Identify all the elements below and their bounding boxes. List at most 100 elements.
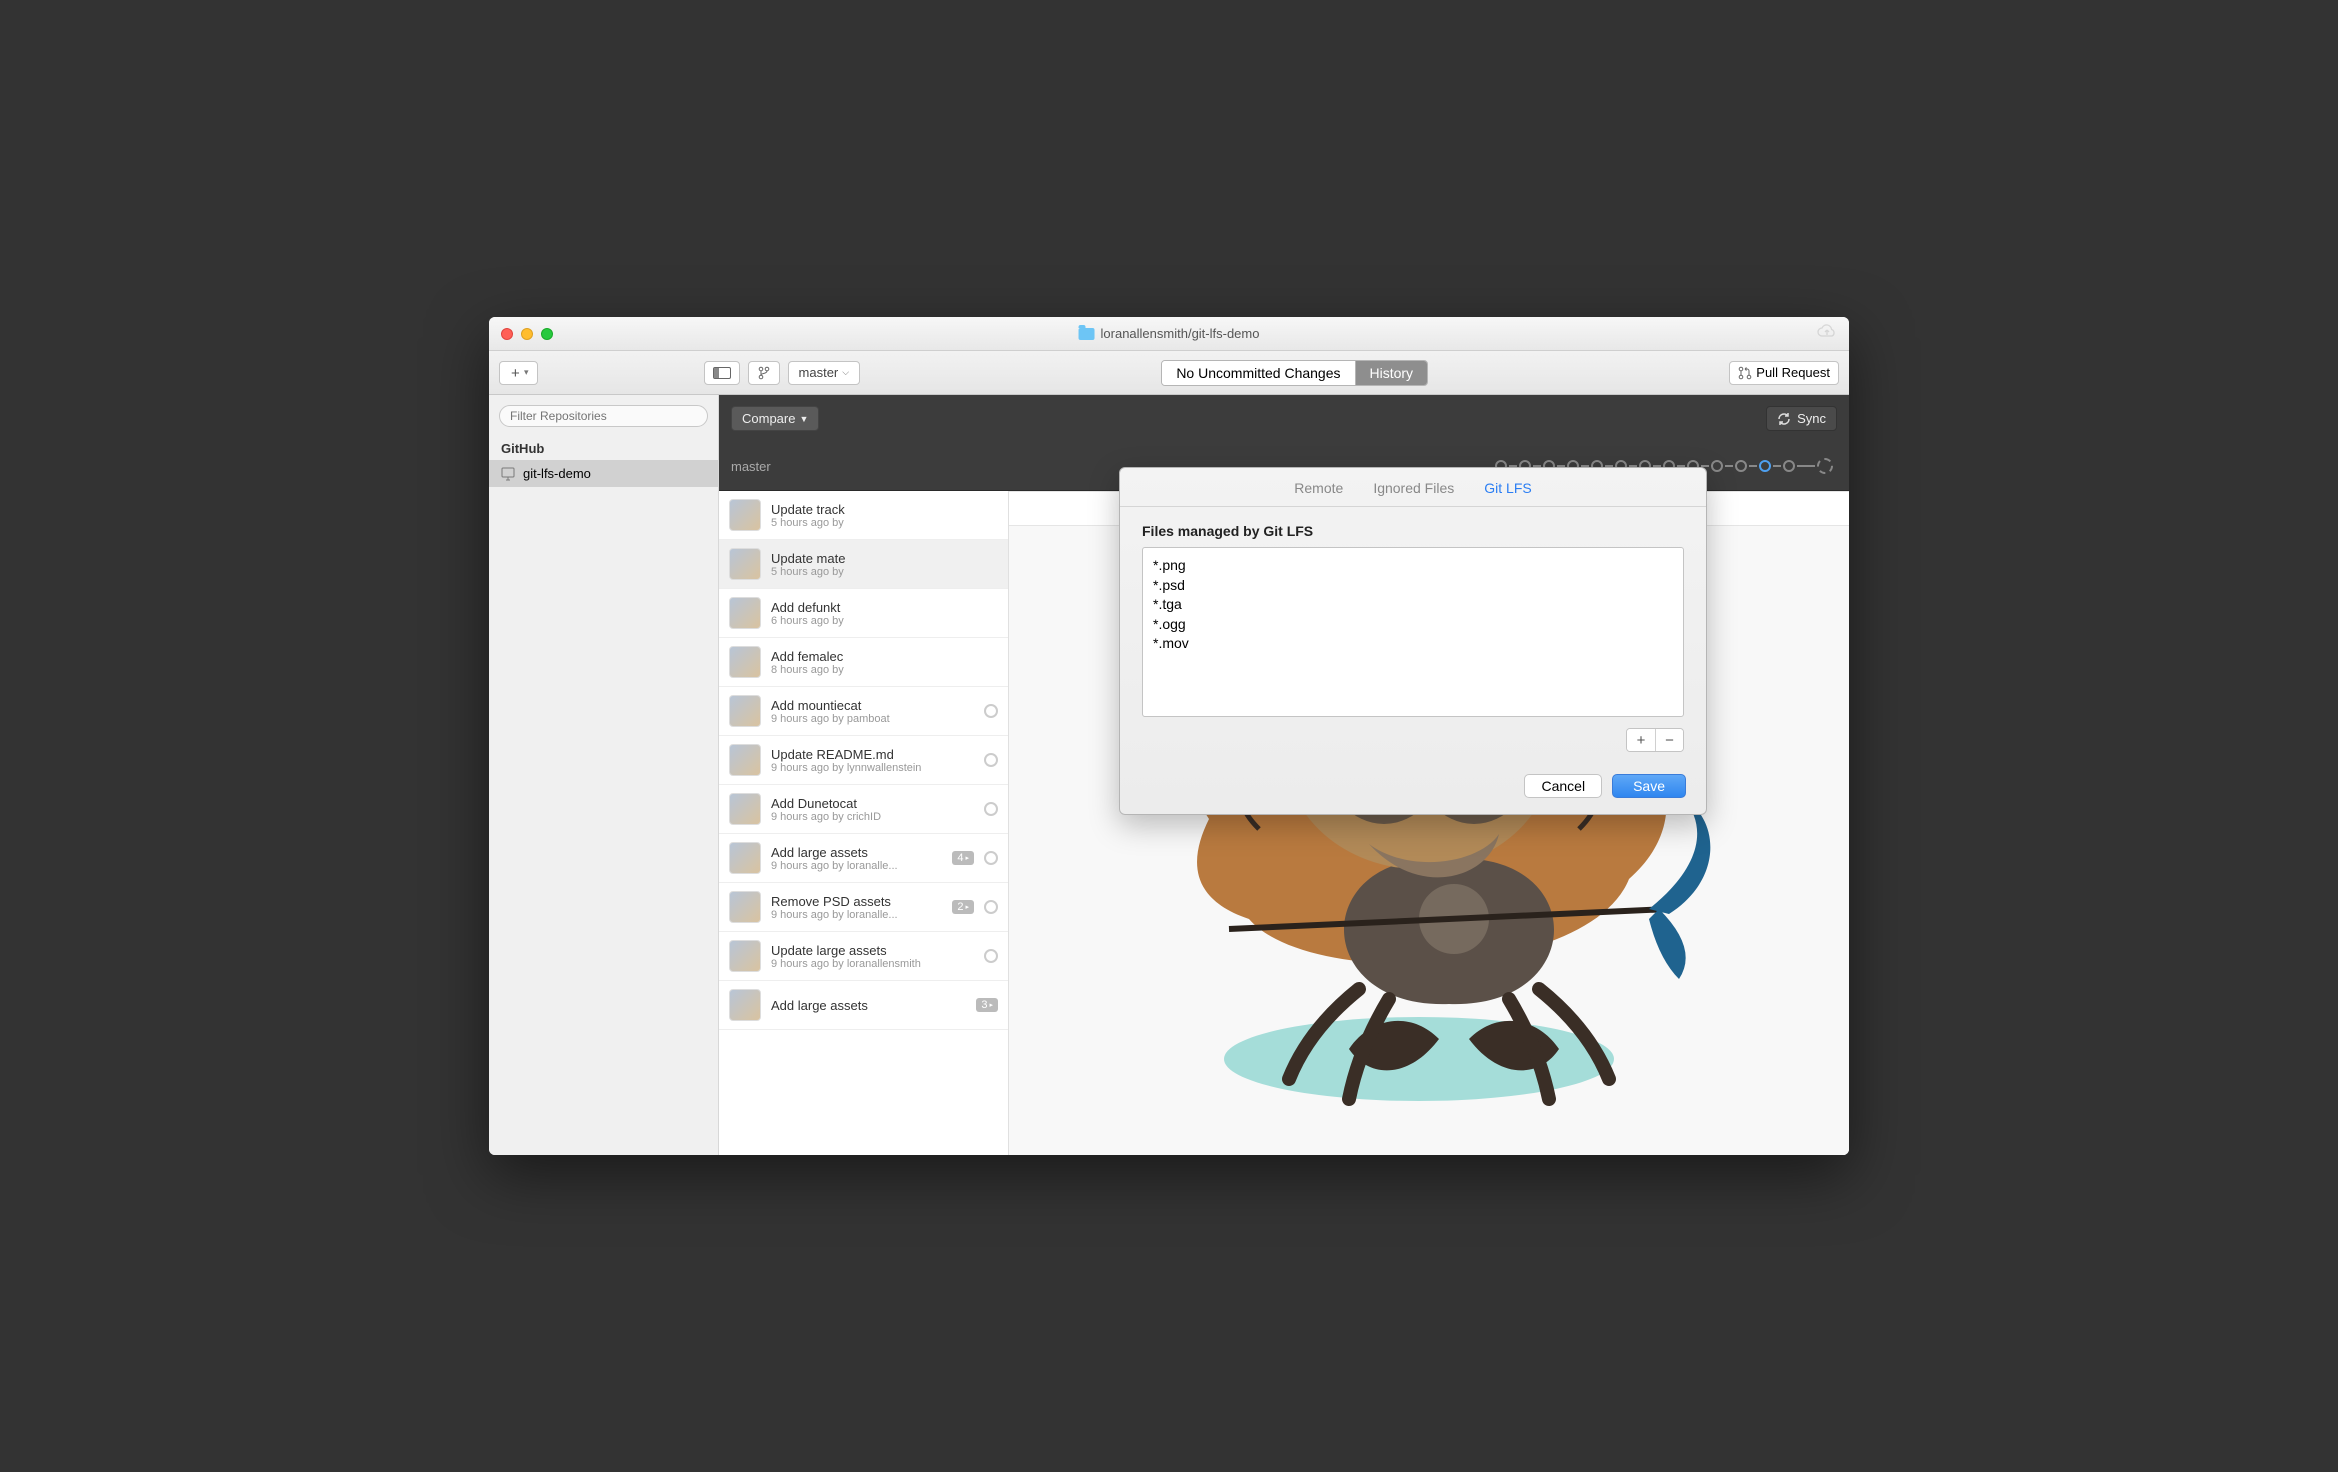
commit-count-badge: 4▸ [952, 851, 974, 865]
commit-title: Update README.md [771, 747, 974, 762]
avatar [729, 842, 761, 874]
commit-title: Add large assets [771, 998, 966, 1013]
commit-title: Add mountiecat [771, 698, 974, 713]
sidebar-toggle-button[interactable] [704, 361, 740, 385]
repo-item[interactable]: git-lfs-demo [489, 460, 718, 487]
commit-meta: 9 hours ago by lynnwallenstein [771, 762, 974, 774]
uncommitted-tab[interactable]: No Uncommitted Changes [1162, 361, 1354, 385]
branch-button[interactable] [748, 361, 780, 385]
sidebar: GitHub git-lfs-demo [489, 395, 719, 1155]
branch-selector[interactable]: master ⌵ [788, 361, 861, 385]
lfs-patterns-textarea[interactable] [1142, 547, 1684, 717]
commit-meta: 6 hours ago by [771, 615, 998, 627]
history-tab[interactable]: History [1355, 361, 1428, 385]
commit-title: Add Dunetocat [771, 796, 974, 811]
commit-item[interactable]: Update mate5 hours ago by [719, 540, 1008, 589]
commit-node-icon [984, 900, 998, 914]
commit-meta: 9 hours ago by loranalle... [771, 860, 942, 872]
filter-repositories-input[interactable] [499, 405, 708, 427]
commit-node-icon [984, 753, 998, 767]
lfs-section-label: Files managed by Git LFS [1142, 523, 1684, 539]
pull-request-label: Pull Request [1756, 365, 1830, 380]
settings-popover: Remote Ignored Files Git LFS Files manag… [1119, 467, 1707, 815]
popover-tabs: Remote Ignored Files Git LFS [1120, 468, 1706, 507]
chevron-down-icon: ▾ [524, 367, 529, 378]
avatar [729, 940, 761, 972]
commit-item[interactable]: Update large assets9 hours ago by lorana… [719, 932, 1008, 981]
commit-node-icon [984, 704, 998, 718]
avatar [729, 695, 761, 727]
title-text: loranallensmith/git-lfs-demo [1101, 326, 1260, 341]
commit-title: Update large assets [771, 943, 974, 958]
commit-item[interactable]: Add mountiecat9 hours ago by pamboat [719, 687, 1008, 736]
sync-icon [1777, 412, 1791, 426]
commit-meta: 9 hours ago by loranallensmith [771, 958, 974, 970]
repo-name: git-lfs-demo [523, 466, 591, 481]
commit-node-icon [984, 851, 998, 865]
app-window: loranallensmith/git-lfs-demo + ▾ master … [489, 317, 1849, 1155]
svg-text:+: + [511, 366, 520, 380]
branch-label: master [731, 459, 771, 474]
sidebar-group-header: GitHub [489, 437, 718, 460]
commit-item[interactable]: Update track5 hours ago by [719, 491, 1008, 540]
window-title: loranallensmith/git-lfs-demo [1079, 326, 1260, 341]
main-area: Compare▼ Sync master [719, 395, 1849, 1155]
cancel-button[interactable]: Cancel [1524, 774, 1602, 798]
add-button[interactable]: + ▾ [499, 361, 538, 385]
minimize-window-button[interactable] [521, 328, 533, 340]
commit-title: Update mate [771, 551, 998, 566]
view-segmented-control: No Uncommitted Changes History [1161, 360, 1428, 386]
avatar [729, 989, 761, 1021]
toolbar: + ▾ master ⌵ No Uncommitted Changes Hist… [489, 351, 1849, 395]
chevron-down-icon: ⌵ [842, 367, 849, 378]
commit-meta: 5 hours ago by [771, 566, 998, 578]
tab-remote[interactable]: Remote [1294, 480, 1343, 496]
avatar [729, 597, 761, 629]
avatar [729, 499, 761, 531]
avatar [729, 891, 761, 923]
avatar [729, 793, 761, 825]
commit-item[interactable]: Add large assets 3▸ [719, 981, 1008, 1030]
tab-ignored-files[interactable]: Ignored Files [1373, 480, 1454, 496]
sync-button[interactable]: Sync [1766, 406, 1837, 431]
add-pattern-button[interactable]: + [1627, 729, 1655, 751]
commit-item[interactable]: Add femalec8 hours ago by [719, 638, 1008, 687]
commit-item[interactable]: Add Dunetocat9 hours ago by crichID [719, 785, 1008, 834]
commit-meta: 9 hours ago by crichID [771, 811, 974, 823]
commit-title: Add defunkt [771, 600, 998, 615]
commit-item[interactable]: Remove PSD assets9 hours ago by loranall… [719, 883, 1008, 932]
commit-meta: 5 hours ago by [771, 517, 998, 529]
commit-title: Add large assets [771, 845, 942, 860]
folder-icon [1079, 328, 1095, 340]
commit-title: Update track [771, 502, 998, 517]
avatar [729, 548, 761, 580]
commit-meta: 9 hours ago by pamboat [771, 713, 974, 725]
titlebar: loranallensmith/git-lfs-demo [489, 317, 1849, 351]
avatar [729, 744, 761, 776]
commit-item[interactable]: Add defunkt6 hours ago by [719, 589, 1008, 638]
avatar [729, 646, 761, 678]
branch-name: master [799, 365, 839, 380]
close-window-button[interactable] [501, 328, 513, 340]
pull-request-button[interactable]: Pull Request [1729, 361, 1839, 385]
commit-meta: 8 hours ago by [771, 664, 998, 676]
maximize-window-button[interactable] [541, 328, 553, 340]
commits-list[interactable]: Update track5 hours ago byUpdate mate5 h… [719, 491, 1009, 1155]
commit-item[interactable]: Add large assets9 hours ago by loranalle… [719, 834, 1008, 883]
commit-meta: 9 hours ago by loranalle... [771, 909, 942, 921]
tab-git-lfs[interactable]: Git LFS [1484, 480, 1531, 496]
commit-node-icon [984, 802, 998, 816]
monitor-icon [501, 467, 515, 481]
commit-count-badge: 3▸ [976, 998, 998, 1012]
cloud-icon[interactable] [1817, 324, 1837, 343]
commit-node-icon [984, 949, 998, 963]
compare-button[interactable]: Compare▼ [731, 406, 819, 431]
commit-title: Add femalec [771, 649, 998, 664]
traffic-lights [501, 328, 553, 340]
commit-title: Remove PSD assets [771, 894, 942, 909]
save-button[interactable]: Save [1612, 774, 1686, 798]
add-remove-group: + − [1626, 728, 1684, 752]
commit-count-badge: 2▸ [952, 900, 974, 914]
commit-item[interactable]: Update README.md9 hours ago by lynnwalle… [719, 736, 1008, 785]
remove-pattern-button[interactable]: − [1655, 729, 1683, 751]
